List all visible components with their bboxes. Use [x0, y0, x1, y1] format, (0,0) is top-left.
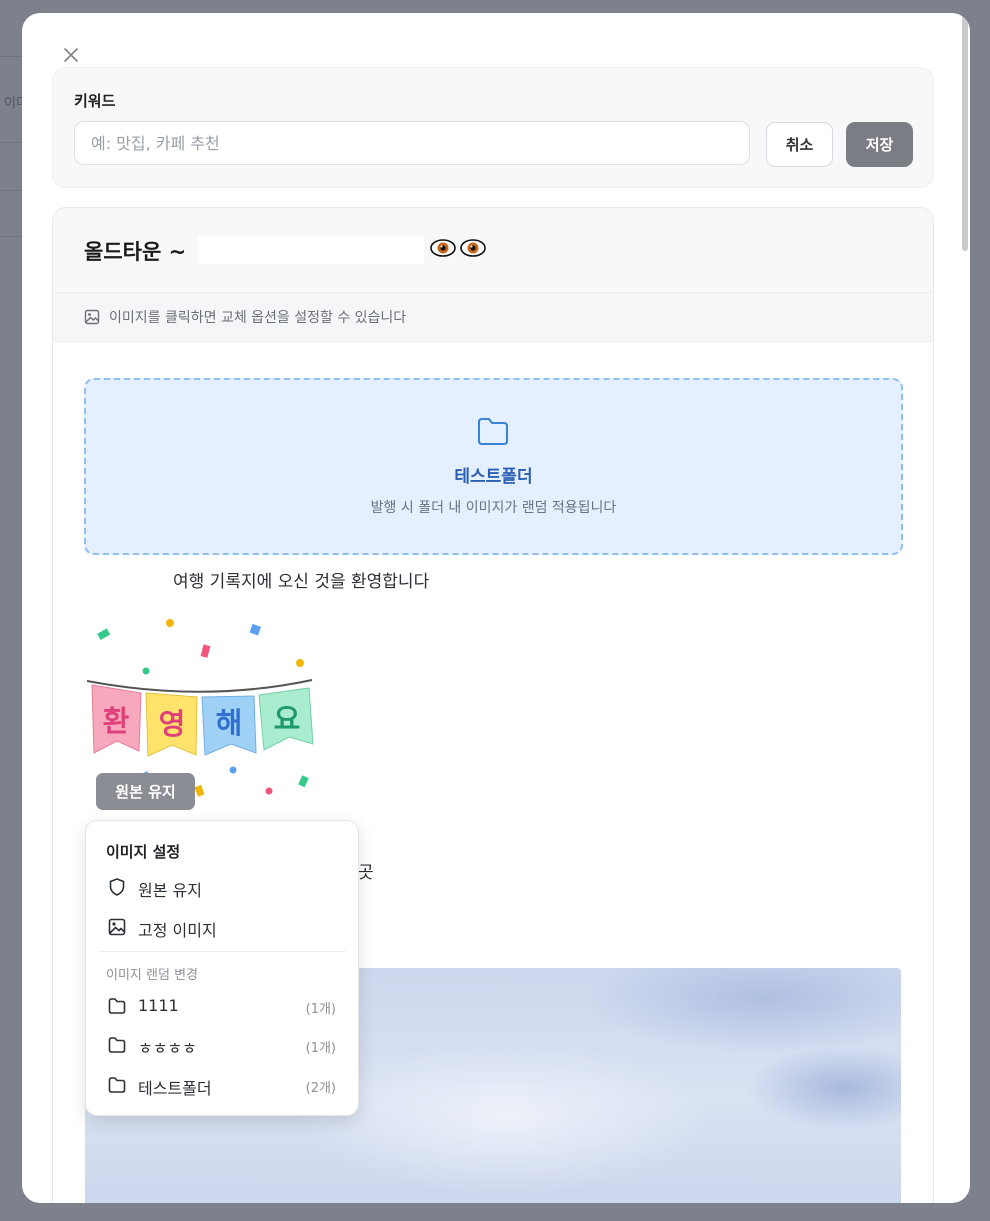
welcome-text: 여행 기록지에 오신 것을 환영합니다 [173, 572, 430, 592]
cancel-button[interactable]: 취소 [766, 122, 833, 167]
folder-icon [108, 1077, 126, 1093]
folder-icon [108, 1037, 126, 1053]
menu-item-folder[interactable]: 테스트폴더 (2개) [86, 1067, 358, 1103]
menu-item-label: 원본 유지 [138, 881, 202, 900]
folder-name: 테스트폴더 [454, 467, 533, 487]
close-button[interactable] [60, 44, 82, 66]
eye-emoji-icon [460, 239, 486, 257]
folder-label: 1111 [138, 996, 179, 1015]
shield-icon [109, 878, 125, 896]
menu-title: 이미지 설정 [106, 843, 181, 861]
welcome-art-char: 요 [274, 702, 301, 736]
menu-divider [98, 951, 346, 952]
save-button[interactable]: 저장 [846, 122, 913, 167]
bg-divider [0, 56, 22, 57]
image-settings-menu: 이미지 설정 원본 유지 고정 이미지 이미지 랜덤 변경 1111 (1개) [85, 820, 359, 1116]
keyword-label: 키워드 [74, 92, 116, 110]
folder-icon [108, 998, 126, 1014]
folder-label: ㅎㅎㅎㅎ [138, 1039, 197, 1058]
modal-scrollbar[interactable] [962, 15, 968, 251]
menu-section-label: 이미지 랜덤 변경 [106, 968, 198, 983]
welcome-art-char: 해 [216, 706, 243, 740]
folder-label: 테스트폴더 [138, 1079, 212, 1098]
keyword-input[interactable] [74, 121, 750, 165]
redacted-title-area [198, 236, 424, 264]
close-icon [64, 48, 78, 62]
image-mode-badge[interactable]: 원본 유지 [96, 773, 195, 810]
partial-text: 곳 [358, 863, 374, 883]
folder-image-block[interactable]: 테스트폴더 발행 시 폴더 내 이미지가 랜덤 적용됩니다 [84, 378, 903, 555]
bg-divider [0, 142, 22, 143]
menu-item-keep-original[interactable]: 원본 유지 [86, 869, 358, 905]
keyword-section: 키워드 취소 저장 [52, 67, 934, 188]
folder-description: 발행 시 폴더 내 이미지가 랜덤 적용됩니다 [370, 500, 617, 516]
welcome-banner-image[interactable]: 환 영 해 요 [84, 613, 324, 798]
hint-bar: 이미지를 클릭하면 교체 옵션을 설정할 수 있습니다 [53, 293, 933, 342]
preview-header: 올드타운 ~ [53, 208, 933, 293]
folder-count: (2개) [305, 1081, 336, 1096]
image-icon [108, 918, 126, 936]
menu-item-fixed-image[interactable]: 고정 이미지 [86, 909, 358, 945]
bg-divider [0, 190, 22, 191]
menu-item-folder[interactable]: 1111 (1개) [86, 988, 358, 1024]
menu-item-label: 고정 이미지 [138, 921, 217, 940]
keyword-modal: 키워드 취소 저장 올드타운 ~ [22, 13, 970, 1203]
eye-emoji-icon [430, 239, 456, 257]
hint-text: 이미지를 클릭하면 교체 옵션을 설정할 수 있습니다 [109, 310, 407, 326]
folder-count: (1개) [305, 1002, 336, 1017]
image-icon [84, 309, 100, 325]
welcome-art-char: 영 [159, 707, 186, 741]
bg-divider [0, 236, 22, 237]
post-title: 올드타운 ~ [84, 240, 187, 264]
menu-item-folder[interactable]: ㅎㅎㅎㅎ (1개) [86, 1027, 358, 1063]
welcome-art-char: 환 [103, 704, 130, 738]
folder-count: (1개) [305, 1041, 336, 1056]
folder-icon [478, 418, 508, 445]
